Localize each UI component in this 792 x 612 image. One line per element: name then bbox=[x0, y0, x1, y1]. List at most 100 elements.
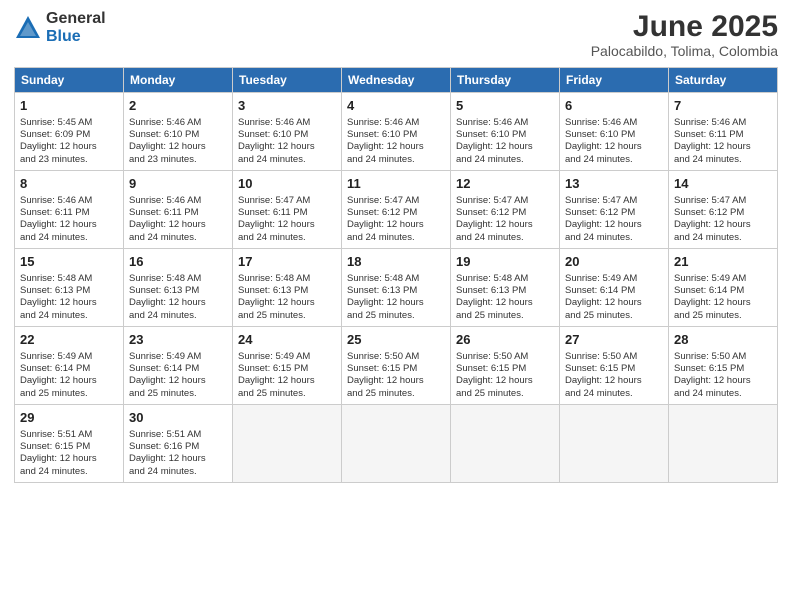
calendar-header-row: SundayMondayTuesdayWednesdayThursdayFrid… bbox=[15, 68, 778, 93]
column-header-wednesday: Wednesday bbox=[342, 68, 451, 93]
logo-blue-text: Blue bbox=[46, 28, 106, 46]
calendar-cell: 5 Sunrise: 5:46 AM Sunset: 6:10 PM Daylig… bbox=[451, 93, 560, 171]
day-info: Sunrise: 5:48 AM Sunset: 6:13 PM Dayligh… bbox=[129, 273, 227, 322]
day-info: Sunrise: 5:46 AM Sunset: 6:11 PM Dayligh… bbox=[129, 195, 227, 244]
main-title: June 2025 bbox=[591, 10, 778, 43]
day-number: 27 bbox=[565, 331, 663, 349]
day-info: Sunrise: 5:47 AM Sunset: 6:12 PM Dayligh… bbox=[347, 195, 445, 244]
header: General Blue June 2025 Palocabildo, Toli… bbox=[14, 10, 778, 59]
title-block: June 2025 Palocabildo, Tolima, Colombia bbox=[591, 10, 778, 59]
day-number: 29 bbox=[20, 409, 118, 427]
column-header-thursday: Thursday bbox=[451, 68, 560, 93]
day-info: Sunrise: 5:51 AM Sunset: 6:16 PM Dayligh… bbox=[129, 429, 227, 478]
calendar-cell bbox=[451, 405, 560, 483]
page: General Blue June 2025 Palocabildo, Toli… bbox=[0, 0, 792, 612]
day-info: Sunrise: 5:48 AM Sunset: 6:13 PM Dayligh… bbox=[20, 273, 118, 322]
logo-general-text: General bbox=[46, 10, 106, 28]
day-number: 4 bbox=[347, 97, 445, 115]
day-info: Sunrise: 5:51 AM Sunset: 6:15 PM Dayligh… bbox=[20, 429, 118, 478]
day-number: 1 bbox=[20, 97, 118, 115]
day-info: Sunrise: 5:47 AM Sunset: 6:11 PM Dayligh… bbox=[238, 195, 336, 244]
day-number: 13 bbox=[565, 175, 663, 193]
logo-icon bbox=[14, 14, 42, 42]
calendar-week-1: 1 Sunrise: 5:45 AM Sunset: 6:09 PM Daylig… bbox=[15, 93, 778, 171]
calendar-cell bbox=[560, 405, 669, 483]
day-info: Sunrise: 5:50 AM Sunset: 6:15 PM Dayligh… bbox=[347, 351, 445, 400]
day-info: Sunrise: 5:47 AM Sunset: 6:12 PM Dayligh… bbox=[565, 195, 663, 244]
column-header-tuesday: Tuesday bbox=[233, 68, 342, 93]
day-number: 20 bbox=[565, 253, 663, 271]
day-info: Sunrise: 5:46 AM Sunset: 6:11 PM Dayligh… bbox=[674, 117, 772, 166]
day-number: 12 bbox=[456, 175, 554, 193]
calendar-cell: 27 Sunrise: 5:50 AM Sunset: 6:15 PM Dayli… bbox=[560, 327, 669, 405]
calendar-cell: 29 Sunrise: 5:51 AM Sunset: 6:15 PM Dayli… bbox=[15, 405, 124, 483]
calendar-cell: 11Sunrise: 5:47 AM Sunset: 6:12 PM Dayli… bbox=[342, 171, 451, 249]
day-number: 21 bbox=[674, 253, 772, 271]
day-info: Sunrise: 5:46 AM Sunset: 6:10 PM Dayligh… bbox=[129, 117, 227, 166]
day-number: 5 bbox=[456, 97, 554, 115]
day-number: 17 bbox=[238, 253, 336, 271]
day-info: Sunrise: 5:49 AM Sunset: 6:14 PM Dayligh… bbox=[565, 273, 663, 322]
day-info: Sunrise: 5:49 AM Sunset: 6:14 PM Dayligh… bbox=[674, 273, 772, 322]
day-number: 25 bbox=[347, 331, 445, 349]
calendar-cell: 3 Sunrise: 5:46 AM Sunset: 6:10 PM Daylig… bbox=[233, 93, 342, 171]
day-number: 30 bbox=[129, 409, 227, 427]
calendar: SundayMondayTuesdayWednesdayThursdayFrid… bbox=[14, 67, 778, 483]
day-info: Sunrise: 5:50 AM Sunset: 6:15 PM Dayligh… bbox=[674, 351, 772, 400]
day-info: Sunrise: 5:50 AM Sunset: 6:15 PM Dayligh… bbox=[565, 351, 663, 400]
day-info: Sunrise: 5:46 AM Sunset: 6:11 PM Dayligh… bbox=[20, 195, 118, 244]
calendar-cell: 16Sunrise: 5:48 AM Sunset: 6:13 PM Dayli… bbox=[124, 249, 233, 327]
day-info: Sunrise: 5:49 AM Sunset: 6:14 PM Dayligh… bbox=[129, 351, 227, 400]
calendar-cell: 26 Sunrise: 5:50 AM Sunset: 6:15 PM Dayli… bbox=[451, 327, 560, 405]
day-info: Sunrise: 5:46 AM Sunset: 6:10 PM Dayligh… bbox=[238, 117, 336, 166]
calendar-cell: 13 Sunrise: 5:47 AM Sunset: 6:12 PM Dayli… bbox=[560, 171, 669, 249]
day-number: 6 bbox=[565, 97, 663, 115]
calendar-cell bbox=[342, 405, 451, 483]
logo-text: General Blue bbox=[46, 10, 106, 45]
day-info: Sunrise: 5:50 AM Sunset: 6:15 PM Dayligh… bbox=[456, 351, 554, 400]
calendar-cell: 6Sunrise: 5:46 AM Sunset: 6:10 PM Daylig… bbox=[560, 93, 669, 171]
calendar-cell: 24 Sunrise: 5:49 AM Sunset: 6:15 PM Dayli… bbox=[233, 327, 342, 405]
day-number: 2 bbox=[129, 97, 227, 115]
calendar-week-5: 29 Sunrise: 5:51 AM Sunset: 6:15 PM Dayli… bbox=[15, 405, 778, 483]
day-number: 19 bbox=[456, 253, 554, 271]
day-number: 24 bbox=[238, 331, 336, 349]
day-info: Sunrise: 5:48 AM Sunset: 6:13 PM Dayligh… bbox=[347, 273, 445, 322]
day-info: Sunrise: 5:46 AM Sunset: 6:10 PM Dayligh… bbox=[456, 117, 554, 166]
calendar-cell: 17Sunrise: 5:48 AM Sunset: 6:13 PM Dayli… bbox=[233, 249, 342, 327]
day-info: Sunrise: 5:46 AM Sunset: 6:10 PM Dayligh… bbox=[347, 117, 445, 166]
calendar-cell: 14Sunrise: 5:47 AM Sunset: 6:12 PM Dayli… bbox=[669, 171, 778, 249]
calendar-cell: 12 Sunrise: 5:47 AM Sunset: 6:12 PM Dayli… bbox=[451, 171, 560, 249]
calendar-cell: 8 Sunrise: 5:46 AM Sunset: 6:11 PM Daylig… bbox=[15, 171, 124, 249]
calendar-cell: 30 Sunrise: 5:51 AM Sunset: 6:16 PM Dayli… bbox=[124, 405, 233, 483]
day-number: 3 bbox=[238, 97, 336, 115]
calendar-cell: 9Sunrise: 5:46 AM Sunset: 6:11 PM Daylig… bbox=[124, 171, 233, 249]
calendar-week-2: 8 Sunrise: 5:46 AM Sunset: 6:11 PM Daylig… bbox=[15, 171, 778, 249]
day-info: Sunrise: 5:45 AM Sunset: 6:09 PM Dayligh… bbox=[20, 117, 118, 166]
calendar-week-4: 22 Sunrise: 5:49 AM Sunset: 6:14 PM Dayli… bbox=[15, 327, 778, 405]
calendar-cell: 7 Sunrise: 5:46 AM Sunset: 6:11 PM Daylig… bbox=[669, 93, 778, 171]
calendar-cell: 1 Sunrise: 5:45 AM Sunset: 6:09 PM Daylig… bbox=[15, 93, 124, 171]
day-number: 8 bbox=[20, 175, 118, 193]
calendar-cell: 25 Sunrise: 5:50 AM Sunset: 6:15 PM Dayli… bbox=[342, 327, 451, 405]
column-header-monday: Monday bbox=[124, 68, 233, 93]
calendar-cell: 20 Sunrise: 5:49 AM Sunset: 6:14 PM Dayli… bbox=[560, 249, 669, 327]
day-number: 26 bbox=[456, 331, 554, 349]
day-number: 22 bbox=[20, 331, 118, 349]
day-info: Sunrise: 5:47 AM Sunset: 6:12 PM Dayligh… bbox=[674, 195, 772, 244]
day-info: Sunrise: 5:47 AM Sunset: 6:12 PM Dayligh… bbox=[456, 195, 554, 244]
column-header-friday: Friday bbox=[560, 68, 669, 93]
calendar-cell: 21 Sunrise: 5:49 AM Sunset: 6:14 PM Dayli… bbox=[669, 249, 778, 327]
calendar-cell bbox=[233, 405, 342, 483]
day-number: 7 bbox=[674, 97, 772, 115]
calendar-cell: 22 Sunrise: 5:49 AM Sunset: 6:14 PM Dayli… bbox=[15, 327, 124, 405]
calendar-cell: 18Sunrise: 5:48 AM Sunset: 6:13 PM Dayli… bbox=[342, 249, 451, 327]
day-info: Sunrise: 5:48 AM Sunset: 6:13 PM Dayligh… bbox=[456, 273, 554, 322]
day-info: Sunrise: 5:49 AM Sunset: 6:15 PM Dayligh… bbox=[238, 351, 336, 400]
subtitle: Palocabildo, Tolima, Colombia bbox=[591, 43, 778, 59]
column-header-saturday: Saturday bbox=[669, 68, 778, 93]
calendar-cell: 2 Sunrise: 5:46 AM Sunset: 6:10 PM Daylig… bbox=[124, 93, 233, 171]
calendar-week-3: 15Sunrise: 5:48 AM Sunset: 6:13 PM Dayli… bbox=[15, 249, 778, 327]
day-info: Sunrise: 5:49 AM Sunset: 6:14 PM Dayligh… bbox=[20, 351, 118, 400]
day-number: 23 bbox=[129, 331, 227, 349]
